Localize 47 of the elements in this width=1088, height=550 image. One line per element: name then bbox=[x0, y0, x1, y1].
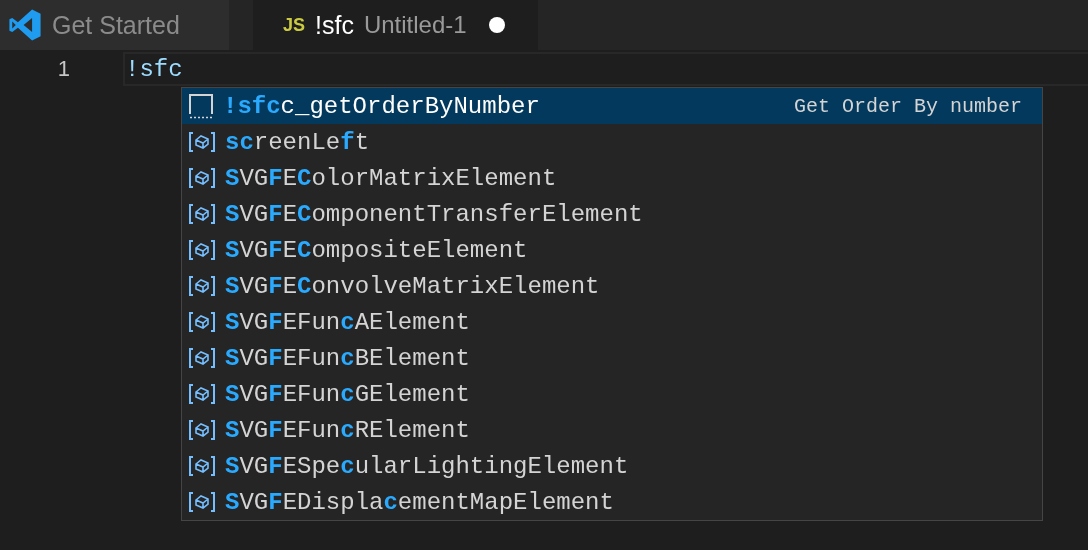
suggestion-label: SVGFEFuncBElement bbox=[225, 344, 470, 372]
suggestion-label: SVGFEColorMatrixElement bbox=[225, 164, 557, 192]
suggestion-item[interactable]: SVGFEConvolveMatrixElement bbox=[182, 268, 1042, 304]
suggestion-item[interactable]: SVGFEFuncAElement bbox=[182, 304, 1042, 340]
tab-description: Untitled-1 bbox=[363, 11, 467, 39]
cube-icon bbox=[188, 131, 216, 153]
suggestion-item[interactable]: SVGFEFuncRElement bbox=[182, 412, 1042, 448]
editor-tab[interactable]: JS !sfc Untitled-1 bbox=[253, 0, 538, 50]
code-text: !sfc bbox=[125, 55, 183, 83]
suggestion-label: SVGFESpecularLightingElement bbox=[225, 452, 629, 480]
tab-label: Get Started bbox=[52, 10, 180, 40]
suggestion-label: SVGFEDisplacementMapElement bbox=[225, 488, 614, 516]
suggestion-label: SVGFEFuncRElement bbox=[225, 416, 470, 444]
cube-icon bbox=[188, 239, 216, 261]
line-number: 1 bbox=[56, 56, 71, 82]
cube-icon bbox=[188, 275, 216, 297]
cube-icon bbox=[188, 311, 216, 333]
cube-icon bbox=[188, 419, 216, 441]
editor-tab[interactable]: Get Started bbox=[0, 0, 229, 50]
suggestion-label: SVGFEComponentTransferElement bbox=[225, 200, 643, 228]
file-type-icon: JS bbox=[283, 14, 306, 36]
suggestion-detail: Get Order By number bbox=[793, 94, 1022, 118]
suggestion-item[interactable]: !sfcc_getOrderByNumber Get Order By number bbox=[182, 88, 1042, 124]
tab-label: !sfc bbox=[315, 10, 354, 40]
suggestion-item[interactable]: screenLeft bbox=[182, 124, 1042, 160]
code-logo-icon bbox=[8, 8, 42, 42]
unsaved-dot-icon bbox=[488, 17, 505, 33]
suggestion-item[interactable]: SVGFEFuncGElement bbox=[182, 376, 1042, 412]
suggestion-label: SVGFECompositeElement bbox=[225, 236, 528, 264]
suggestion-item[interactable]: SVGFEColorMatrixElement bbox=[182, 160, 1042, 196]
suggestion-label: SVGFEConvolveMatrixElement bbox=[225, 272, 600, 300]
suggestion-item[interactable]: SVGFEDisplacementMapElement bbox=[182, 484, 1042, 520]
cube-icon bbox=[188, 167, 216, 189]
cube-icon bbox=[188, 491, 216, 513]
cube-icon bbox=[188, 455, 216, 477]
cube-icon bbox=[188, 347, 216, 369]
suggestion-item[interactable]: SVGFECompositeElement bbox=[182, 232, 1042, 268]
suggestion-item[interactable]: SVGFESpecularLightingElement bbox=[182, 448, 1042, 484]
snippet-icon bbox=[188, 93, 214, 119]
suggestion-label: !sfcc_getOrderByNumber bbox=[223, 92, 540, 120]
cube-icon bbox=[188, 203, 216, 225]
suggestion-label: screenLeft bbox=[225, 128, 370, 156]
suggestion-label: SVGFEFuncGElement bbox=[225, 380, 470, 408]
suggestion-label: SVGFEFuncAElement bbox=[225, 308, 470, 336]
suggestion-item[interactable]: SVGFEComponentTransferElement bbox=[182, 196, 1042, 232]
cube-icon bbox=[188, 383, 216, 405]
suggestion-item[interactable]: SVGFEFuncBElement bbox=[182, 340, 1042, 376]
